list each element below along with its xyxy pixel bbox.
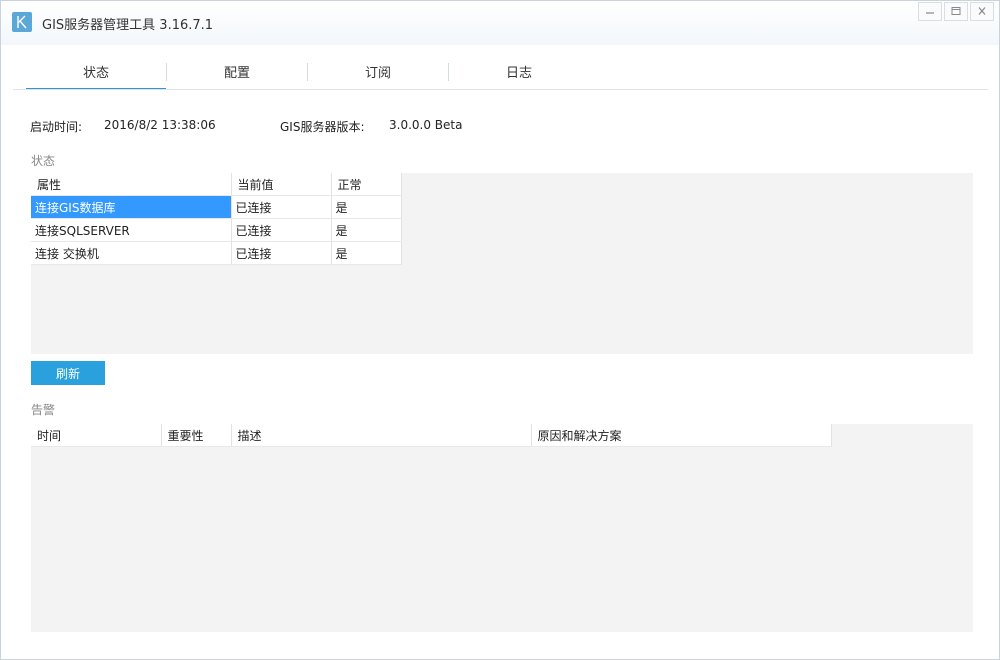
status-table-header: 属性 当前值 正常 (31, 173, 402, 196)
start-time-value: 2016/8/2 13:38:06 (104, 118, 216, 132)
status-grid[interactable]: 属性 当前值 正常 连接GIS数据库 已连接 是 连接SQLSERVER 已连接… (31, 173, 973, 354)
restore-icon (951, 7, 961, 15)
refresh-button[interactable]: 刷新 (31, 361, 105, 385)
table-row[interactable]: 连接 交换机 已连接 是 (31, 241, 402, 265)
restore-button[interactable] (944, 2, 968, 21)
tab-subscribe[interactable]: 订阅 (308, 61, 448, 89)
cell-value: 已连接 (231, 241, 332, 265)
column-header-time[interactable]: 时间 (31, 424, 162, 447)
table-row[interactable]: 连接SQLSERVER 已连接 是 (31, 218, 402, 242)
cell-normal: 是 (331, 241, 402, 265)
alarm-section-label: 告警 (31, 403, 56, 417)
tab-config[interactable]: 配置 (167, 61, 307, 89)
main-window: GIS服务器管理工具 3.16.7.1 状态 配置 订阅 日志 启动时间: 20… (0, 0, 1000, 660)
cell-value: 已连接 (231, 195, 332, 219)
column-header-current-value[interactable]: 当前值 (231, 173, 332, 196)
cell-value: 已连接 (231, 218, 332, 242)
tab-status[interactable]: 状态 (26, 61, 166, 90)
start-time-label: 启动时间: (30, 120, 83, 134)
title-bar[interactable]: GIS服务器管理工具 3.16.7.1 (1, 1, 999, 45)
column-header-property[interactable]: 属性 (31, 173, 232, 196)
cell-property: 连接 交换机 (31, 241, 232, 265)
cell-property: 连接SQLSERVER (31, 218, 232, 242)
cell-normal: 是 (331, 218, 402, 242)
column-header-description[interactable]: 描述 (231, 424, 532, 447)
version-label: GIS服务器版本: (280, 120, 365, 134)
tab-log[interactable]: 日志 (449, 61, 589, 89)
status-section-label: 状态 (31, 154, 56, 168)
version-value: 3.0.0.0 Beta (389, 118, 463, 132)
cell-property: 连接GIS数据库 (31, 195, 232, 219)
window-title: GIS服务器管理工具 3.16.7.1 (42, 18, 214, 33)
column-header-severity[interactable]: 重要性 (161, 424, 232, 447)
window-controls (916, 2, 994, 21)
column-header-normal[interactable]: 正常 (331, 173, 402, 196)
close-button[interactable] (970, 2, 994, 21)
alarm-table: 时间 重要性 描述 原因和解决方案 (31, 424, 832, 447)
tab-bar: 状态 配置 订阅 日志 (26, 61, 589, 90)
alarm-table-header: 时间 重要性 描述 原因和解决方案 (31, 424, 832, 447)
cell-normal: 是 (331, 195, 402, 219)
tab-divider (13, 89, 988, 90)
column-header-cause-solution[interactable]: 原因和解决方案 (531, 424, 832, 447)
k-logo-icon (12, 12, 32, 32)
alarm-grid[interactable]: 时间 重要性 描述 原因和解决方案 (31, 424, 973, 632)
minimize-icon (926, 12, 934, 14)
table-row[interactable]: 连接GIS数据库 已连接 是 (31, 195, 402, 219)
close-icon (978, 7, 986, 15)
status-table: 属性 当前值 正常 连接GIS数据库 已连接 是 连接SQLSERVER 已连接… (31, 173, 402, 265)
minimize-button[interactable] (918, 2, 942, 21)
